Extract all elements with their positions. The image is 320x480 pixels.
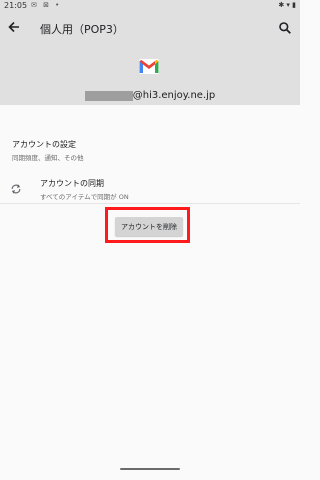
sync-icon bbox=[10, 180, 22, 194]
back-arrow-icon[interactable] bbox=[7, 20, 21, 34]
page-title: 個人用（POP3） bbox=[40, 23, 124, 36]
system-icons: ✱ ▾ ▮ bbox=[278, 1, 296, 9]
redacted-username bbox=[84, 90, 133, 101]
email-domain: @hi3.enjoy.ne.jp bbox=[132, 90, 216, 101]
app-header: 個人用（POP3） @hi3.enjoy.ne.jp bbox=[0, 14, 300, 105]
account-sync-subtitle: すべてのアイテムで同期が ON bbox=[40, 193, 129, 201]
gesture-nav-handle[interactable] bbox=[120, 468, 180, 470]
account-settings-title: アカウントの設定 bbox=[12, 140, 76, 149]
account-settings-item[interactable]: アカウントの設定 同期頻度、通知、その他 bbox=[12, 139, 84, 162]
notification-icons: ✉ ⊠ • bbox=[31, 1, 62, 9]
divider bbox=[0, 203, 300, 204]
account-sync-item[interactable]: アカウントの同期 すべてのアイテムで同期が ON bbox=[40, 178, 129, 201]
gmail-logo-icon bbox=[138, 58, 160, 75]
account-sync-title: アカウントの同期 bbox=[40, 179, 104, 188]
status-time: 21:05 bbox=[4, 1, 28, 10]
account-settings-subtitle: 同期頻度、通知、その他 bbox=[12, 154, 84, 162]
status-bar: 21:05 ✉ ⊠ • ✱ ▾ ▮ bbox=[0, 0, 300, 14]
delete-account-button[interactable]: アカウントを削除 bbox=[115, 217, 183, 236]
search-icon[interactable] bbox=[278, 20, 292, 34]
account-email: @hi3.enjoy.ne.jp bbox=[0, 85, 300, 101]
